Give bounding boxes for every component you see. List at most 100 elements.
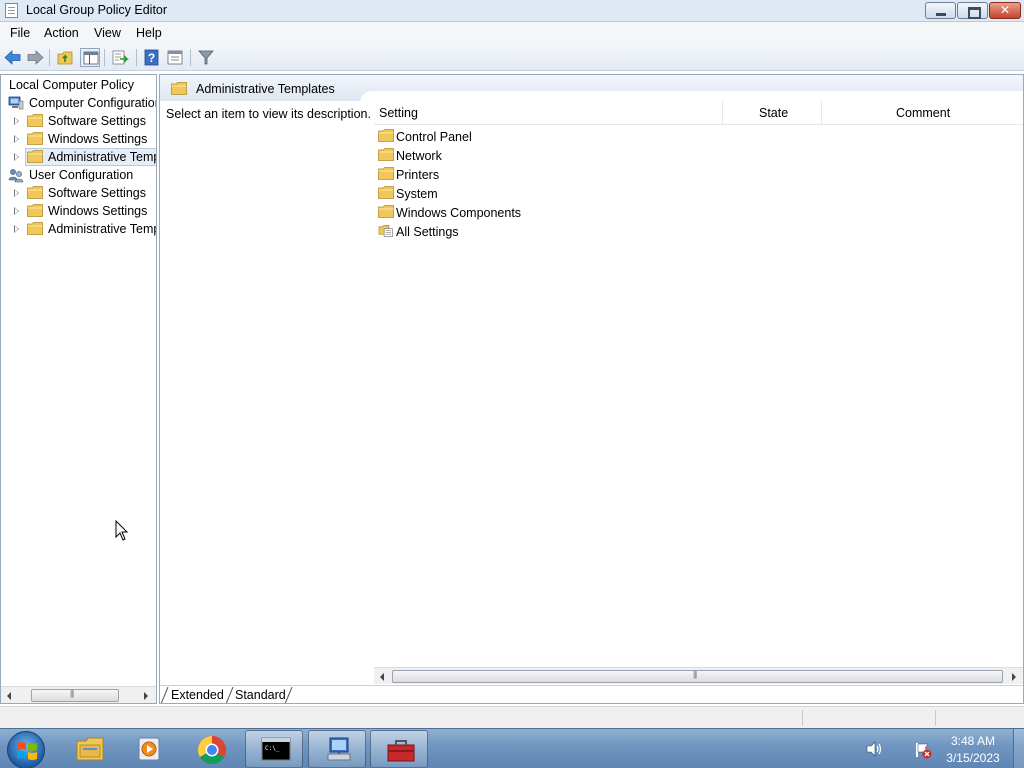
status-bar [0,706,1024,728]
all-settings-icon [378,225,393,237]
folder-icon [27,150,43,163]
taskbar-toolbox[interactable] [370,730,428,768]
scrollbar-thumb[interactable] [31,689,119,702]
taskbar-network-computer[interactable] [308,730,366,768]
details-header-title: Administrative Templates [196,82,335,96]
menu-file[interactable]: File [10,26,30,40]
list-item-label: Printers [396,168,440,182]
expand-arrow-icon[interactable] [14,207,19,215]
network-status-icon[interactable] [914,741,932,759]
svg-text:C:\_: C:\_ [265,745,280,752]
details-horizontal-scrollbar[interactable] [374,667,1023,684]
taskbar-chrome[interactable] [182,730,240,768]
tree-root-label: Local Computer Policy [9,78,135,92]
computer-icon [8,96,24,110]
expand-arrow-icon[interactable] [14,153,19,161]
list-item-label: Windows Components [396,206,522,220]
tree-item-label: Windows Settings [48,132,148,146]
tree-computer-configuration-label: Computer Configuration [29,96,157,110]
tree-item-label: Administrative Templates [48,150,156,164]
properties-icon[interactable] [165,48,185,67]
show-hide-tree-icon[interactable] [80,48,100,67]
scrollbar-thumb[interactable] [392,670,1003,683]
tree-computer-windows-settings[interactable]: Windows Settings [1,130,156,148]
windows-logo-icon [17,742,37,760]
tree-computer-configuration[interactable]: Computer Configuration [1,94,157,112]
folder-icon [378,148,394,161]
policy-editor-app-icon [5,3,18,18]
column-header-setting[interactable]: Setting [379,106,418,120]
folder-icon [27,132,43,145]
close-button[interactable] [989,2,1021,19]
list-item-label: All Settings [396,225,459,239]
minimize-button[interactable] [925,2,956,19]
list-header: Setting State Comment [374,101,1023,125]
tab-standard[interactable]: Standard [235,688,286,702]
command-prompt-icon: C:\_ [261,737,291,761]
restore-button[interactable] [957,2,988,19]
menu-view[interactable]: View [94,26,121,40]
start-button[interactable] [7,731,45,768]
volume-icon[interactable] [865,741,883,757]
tree-computer-administrative-templates[interactable]: Administrative Templates [1,148,156,166]
tree-user-windows-settings[interactable]: Windows Settings [1,202,156,220]
title-bar: Local Group Policy Editor [0,0,1024,22]
folder-icon [27,114,43,127]
help-icon[interactable]: ? [142,48,162,67]
tree-user-software-settings[interactable]: Software Settings [1,184,156,202]
details-header: Administrative Templates [160,75,1023,103]
forward-icon[interactable] [25,48,45,67]
menu-action[interactable]: Action [44,26,79,40]
tree-user-configuration[interactable]: User Configuration [1,166,156,184]
column-header-comment[interactable]: Comment [896,106,950,120]
toolbar: ? [0,44,1024,71]
mouse-pointer-icon [115,520,129,541]
menu-help[interactable]: Help [136,26,162,40]
folder-icon [27,222,43,235]
folder-icon [378,167,394,180]
tree-computer-software-settings[interactable]: Software Settings [1,112,156,130]
tab-extended[interactable]: Extended [171,688,224,702]
tree-root[interactable]: Local Computer Policy [1,76,156,94]
expand-arrow-icon[interactable] [14,135,19,143]
toolbox-icon [387,740,415,762]
expand-arrow-icon[interactable] [14,189,19,197]
taskbar-command-prompt[interactable]: C:\_ [245,730,303,768]
file-explorer-icon [76,737,104,761]
folder-icon [378,205,394,218]
network-computer-icon [327,737,351,761]
scroll-right-icon[interactable] [144,692,148,700]
back-icon[interactable] [3,48,23,67]
list-item-label: Control Panel [396,130,472,144]
description-text: Select an item to view its description. [166,107,371,121]
folder-icon [27,186,43,199]
column-header-state[interactable]: State [759,106,788,120]
view-tabs: Extended Standard [160,685,1023,703]
settings-list: Setting State Comment Control Panel Netw… [374,101,1023,667]
show-desktop-button[interactable] [1013,729,1024,768]
taskbar-media-player[interactable] [120,730,178,768]
filter-icon[interactable] [196,48,216,67]
chrome-icon [198,736,226,764]
media-player-icon [138,737,160,761]
folder-icon [378,129,394,142]
clock-time[interactable]: 3:48 AM [947,734,999,748]
tree-user-administrative-templates[interactable]: Administrative Templates [1,220,156,238]
taskbar-file-explorer[interactable] [60,730,118,768]
folder-icon [27,204,43,217]
clock-date[interactable]: 3/15/2023 [944,751,1002,765]
scroll-left-icon[interactable] [380,673,384,681]
svg-text:?: ? [148,51,155,65]
taskbar: C:\_ 3:48 AM 3/15/2023 [0,728,1024,768]
up-folder-icon[interactable] [56,48,76,67]
expand-arrow-icon[interactable] [14,117,19,125]
tree-user-configuration-label: User Configuration [29,168,134,182]
tree-item-label: Windows Settings [48,204,148,218]
tree-item-label: Software Settings [48,114,146,128]
scroll-left-icon[interactable] [7,692,11,700]
tree-item-label: Administrative Templates [48,222,156,236]
expand-arrow-icon[interactable] [14,225,19,233]
export-list-icon[interactable] [110,48,130,67]
tree-horizontal-scrollbar[interactable] [1,686,156,703]
scroll-right-icon[interactable] [1012,673,1016,681]
